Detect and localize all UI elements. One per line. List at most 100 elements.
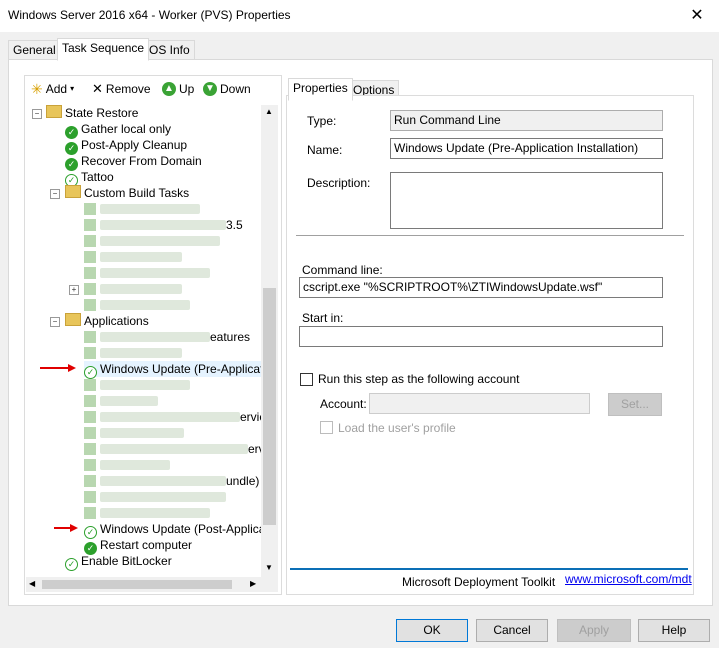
collapse-icon[interactable]: −: [50, 189, 60, 199]
tab-os-info[interactable]: OS Info: [144, 40, 195, 60]
blurred-icon: [84, 507, 96, 519]
blurred-icon: [84, 379, 96, 391]
down-arrow-icon: ▼: [203, 82, 217, 96]
tree-item-blurred[interactable]: ervice: [84, 409, 261, 425]
tree-item-blurred[interactable]: [84, 345, 182, 361]
tree-item-restart[interactable]: ✓ Restart computer: [84, 537, 192, 555]
tree-item-blurred[interactable]: eatures: [84, 329, 250, 345]
remove-button[interactable]: ✕ Remove: [92, 77, 151, 101]
tree-item-blurred[interactable]: [84, 377, 190, 393]
account-label: Account:: [320, 397, 367, 411]
close-button[interactable]: ✕: [682, 2, 712, 30]
load-profile-checkbox[interactable]: [320, 421, 333, 434]
down-label: Down: [220, 82, 251, 96]
scroll-right-icon[interactable]: ▶: [250, 579, 256, 588]
scroll-thumb[interactable]: [263, 288, 276, 525]
blurred-icon: [84, 395, 96, 407]
ok-button[interactable]: OK: [396, 619, 468, 642]
tree-item-blurred[interactable]: [84, 489, 226, 505]
tree-item-blurred[interactable]: [84, 249, 182, 265]
description-label: Description:: [307, 176, 371, 190]
down-button[interactable]: ▼ Down: [203, 77, 251, 101]
cancel-button[interactable]: Cancel: [476, 619, 548, 642]
tree-item-gather[interactable]: ✓ Gather local only: [65, 121, 171, 139]
up-button[interactable]: ▲ Up: [162, 77, 194, 101]
add-button[interactable]: ✳ Add ▾: [31, 77, 74, 101]
tree-item-blurred[interactable]: undle): [84, 473, 259, 489]
blurred-text: [100, 428, 184, 438]
tab-task-sequence[interactable]: Task Sequence: [57, 38, 150, 61]
blurred-text: [100, 252, 182, 262]
command-line-field[interactable]: cscript.exe "%SCRIPTROOT%\ZTIWindowsUpda…: [299, 277, 663, 298]
expand-icon[interactable]: +: [69, 285, 79, 295]
tree-item-blurred[interactable]: [84, 297, 190, 313]
name-field[interactable]: Windows Update (Pre-Application Installa…: [390, 138, 663, 159]
blurred-text: [100, 204, 200, 214]
blurred-icon: [84, 235, 96, 247]
title-bar: Windows Server 2016 x64 - Worker (PVS) P…: [0, 0, 719, 32]
set-button[interactable]: Set...: [608, 393, 662, 416]
tree-item-recover[interactable]: ✓ Recover From Domain: [65, 153, 202, 171]
tree-item-blurred[interactable]: [84, 233, 220, 249]
tree-item-wu-pre[interactable]: ✓Windows Update (Pre-Application: [84, 361, 261, 379]
tree-group-applications[interactable]: Applications: [65, 313, 149, 329]
tree-item-blurred[interactable]: [84, 281, 182, 297]
blurred-icon: [84, 203, 96, 215]
tree-item-blurred[interactable]: [84, 393, 158, 409]
blurred-icon: [84, 443, 96, 455]
scroll-up-icon[interactable]: ▲: [265, 107, 273, 116]
up-arrow-icon: ▲: [162, 82, 176, 96]
task-tree[interactable]: − State Restore ✓ Gather local only ✓ Post…: [26, 105, 261, 577]
scroll-left-icon[interactable]: ◀: [29, 579, 35, 588]
scroll-down-icon[interactable]: ▼: [265, 563, 273, 572]
type-label: Type:: [307, 114, 337, 128]
blurred-text: [100, 300, 190, 310]
tab-properties[interactable]: Properties: [288, 78, 353, 101]
tree-item-bitlocker[interactable]: ✓ Enable BitLocker: [65, 553, 172, 571]
arrowhead-icon: [68, 364, 76, 372]
blurred-icon: [84, 491, 96, 503]
description-field[interactable]: [390, 172, 663, 229]
scroll-thumb[interactable]: [42, 580, 232, 589]
mdt-link[interactable]: www.microsoft.com/mdt: [565, 572, 692, 586]
tree-item-blurred[interactable]: 3.5: [84, 217, 243, 233]
blurred-text: [100, 412, 240, 422]
tree-item-blurred[interactable]: erve: [84, 441, 261, 457]
collapse-icon[interactable]: −: [32, 109, 42, 119]
tree-item-wu-post[interactable]: ✓Windows Update (Post-Application: [84, 521, 261, 539]
account-field[interactable]: [369, 393, 590, 414]
tab-general[interactable]: General: [8, 40, 61, 60]
blurred-text: [100, 348, 182, 358]
annotation-arrow: [54, 527, 70, 529]
blurred-text: [100, 508, 210, 518]
tree-item-blurred[interactable]: [84, 425, 184, 441]
tree-item-blurred[interactable]: [84, 457, 170, 473]
tree-item-blurred[interactable]: [84, 265, 210, 281]
tree-item-blurred[interactable]: [84, 201, 200, 217]
collapse-icon[interactable]: −: [50, 317, 60, 327]
remove-icon: ✕: [92, 81, 103, 96]
blurred-text: [100, 268, 210, 278]
tree-item-blurred[interactable]: [84, 505, 210, 521]
apply-button[interactable]: Apply: [557, 619, 631, 642]
tree-group-state-restore[interactable]: State Restore: [46, 105, 138, 121]
blurred-icon: [84, 459, 96, 471]
window-title: Windows Server 2016 x64 - Worker (PVS) P…: [8, 8, 291, 22]
help-button[interactable]: Help: [638, 619, 710, 642]
blurred-text: [100, 332, 210, 342]
divider: [296, 235, 684, 236]
name-label: Name:: [307, 143, 343, 157]
tree-group-custom-build[interactable]: Custom Build Tasks: [65, 185, 189, 201]
tree-item-post-apply[interactable]: ✓ Post-Apply Cleanup: [65, 137, 187, 155]
blurred-text: [100, 220, 226, 230]
tree-horizontal-scrollbar[interactable]: ◀ ▶: [26, 577, 261, 592]
annotation-arrow: [40, 367, 68, 369]
run-as-checkbox[interactable]: [300, 373, 313, 386]
start-in-label: Start in:: [302, 311, 344, 325]
tree-item-tattoo[interactable]: ✓ Tattoo: [65, 169, 114, 187]
blurred-icon: [84, 267, 96, 279]
blurred-text: [100, 236, 220, 246]
tree-vertical-scrollbar[interactable]: ▲ ▼: [261, 105, 278, 577]
task-toolbar: ✳ Add ▾ ✕ Remove ▲ Up ▼ Down: [26, 77, 278, 101]
start-in-field[interactable]: [299, 326, 663, 347]
